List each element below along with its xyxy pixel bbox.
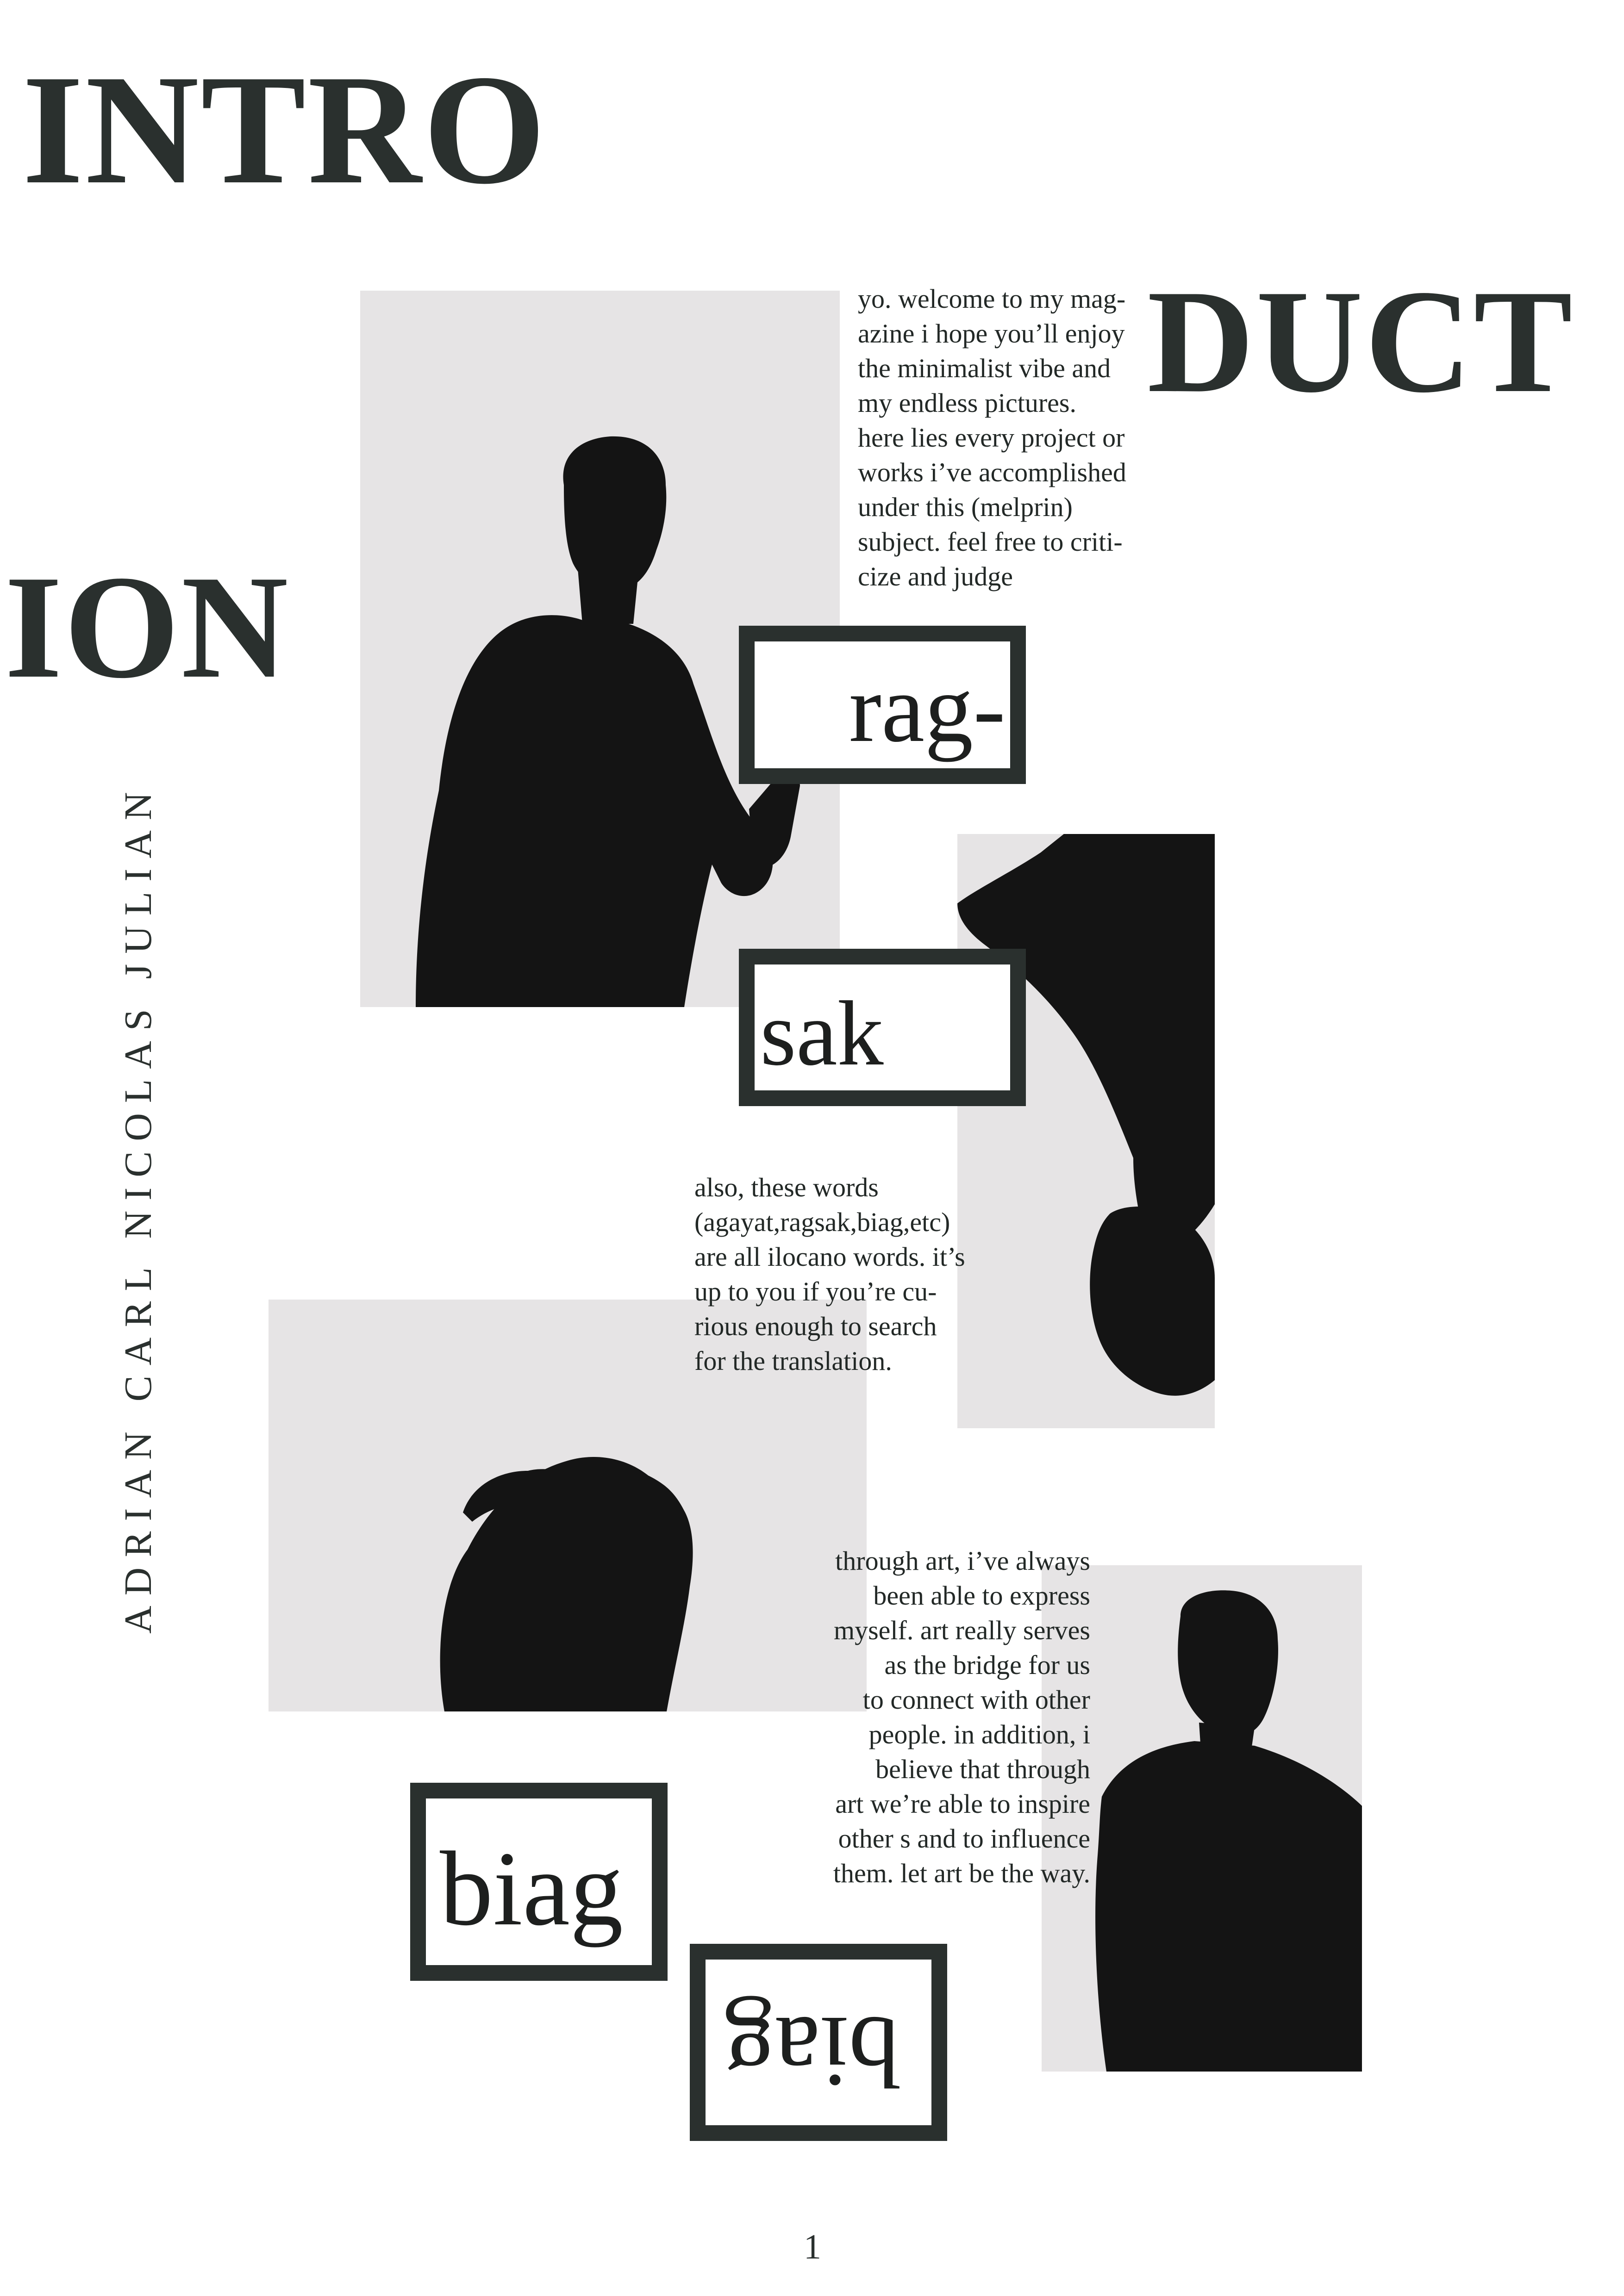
text-line: the minimalist vibe and bbox=[858, 353, 1111, 383]
text-line: believe that through bbox=[875, 1754, 1090, 1784]
art-paragraph: through art, i’ve always been able to ex… bbox=[787, 1543, 1090, 1891]
text-line: cize and judge bbox=[858, 561, 1013, 591]
text-line: azine i hope you’ll enjoy bbox=[858, 318, 1125, 348]
text-line: are all ilocano words. it’s bbox=[694, 1242, 965, 1272]
word-box-biag-flipped: biag bbox=[690, 1944, 947, 2141]
word-biag: biag bbox=[440, 1829, 623, 1948]
headline-intro: INTRO bbox=[22, 42, 548, 217]
text-line: other s and to influence bbox=[838, 1823, 1090, 1854]
word-box-rag: rag- bbox=[739, 626, 1026, 784]
welcome-paragraph: yo. welcome to my mag- azine i hope you’… bbox=[858, 281, 1154, 594]
word-box-sak: sak bbox=[739, 949, 1026, 1106]
text-line: also, these words bbox=[694, 1172, 879, 1202]
text-line: people. in addition, i bbox=[868, 1719, 1090, 1749]
headline-ion: ION bbox=[5, 545, 290, 709]
text-line: myself. art really serves bbox=[833, 1615, 1090, 1645]
text-line: as the bridge for us bbox=[884, 1650, 1090, 1680]
text-line: through art, i’ve always bbox=[835, 1546, 1090, 1576]
text-line: my endless pictures. bbox=[858, 388, 1076, 418]
text-line: to connect with other bbox=[862, 1685, 1090, 1715]
text-line: art we’re able to inspire bbox=[835, 1789, 1090, 1819]
text-line: them. let art be the way. bbox=[833, 1858, 1090, 1888]
text-line: rious enough to search bbox=[694, 1311, 937, 1341]
word-box-biag: biag bbox=[410, 1783, 668, 1981]
word-rag: rag- bbox=[849, 655, 1006, 762]
page-number: 1 bbox=[804, 2228, 821, 2266]
text-line: (agayat,ragsak,biag,etc) bbox=[694, 1207, 950, 1237]
ilocano-words-paragraph: also, these words (agayat,ragsak,biag,et… bbox=[694, 1170, 991, 1378]
text-line: subject. feel free to criti- bbox=[858, 527, 1123, 557]
text-line: up to you if you’re cu- bbox=[694, 1276, 937, 1307]
headline-duct: DUCT bbox=[1147, 260, 1574, 423]
silhouette-figure-2 bbox=[957, 834, 1215, 1396]
text-line: for the translation. bbox=[694, 1346, 892, 1376]
text-line: works i’ve accomplished bbox=[858, 457, 1126, 487]
portrait-photo-2 bbox=[957, 834, 1215, 1428]
author-name: ADRIAN CARL NICOLAS JULIAN bbox=[117, 782, 160, 1634]
word-biag-flipped: biag bbox=[724, 1996, 899, 2109]
text-line: here lies every project or bbox=[858, 423, 1125, 453]
text-line: under this (melprin) bbox=[858, 492, 1073, 522]
text-line: yo. welcome to my mag- bbox=[858, 284, 1126, 314]
text-line: been able to express bbox=[873, 1580, 1090, 1611]
word-sak: sak bbox=[760, 983, 884, 1085]
